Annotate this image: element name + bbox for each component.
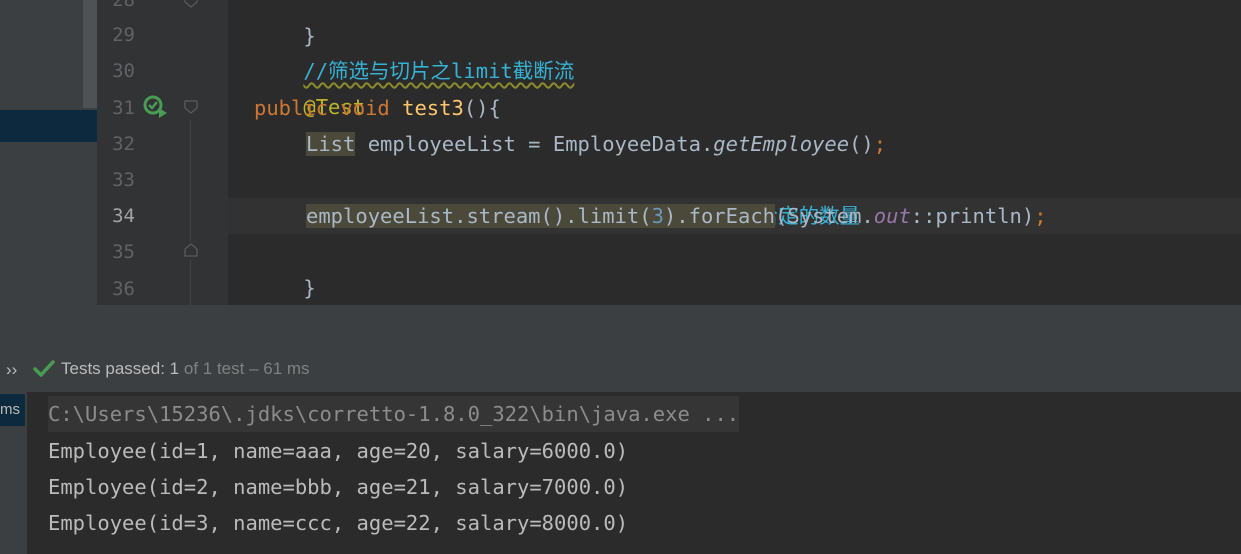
keyword: public	[254, 96, 329, 120]
console-output[interactable]: C:\Users\15236\.jdks\corretto-1.8.0_322\…	[27, 392, 1241, 554]
fold-guide	[190, 260, 191, 305]
line-number: 30	[112, 60, 135, 82]
editor-gutter: 28 29 30 31 32 33 34 35 36	[97, 0, 228, 305]
test-status-text: Tests passed: 1 of 1 test – 61 ms	[61, 359, 310, 378]
project-panel-strip	[0, 0, 97, 305]
test-tree-panel: ms	[0, 392, 27, 554]
console-line: Employee(id=1, name=aaa, age=20, salary=…	[48, 439, 629, 463]
passed-count: 1	[169, 359, 180, 378]
test-duration-item[interactable]: ms	[0, 394, 25, 426]
line-number-current: 34	[112, 205, 135, 227]
static-field: out	[873, 204, 911, 228]
fold-end-icon[interactable]	[184, 243, 198, 257]
number-literal: 3	[651, 204, 664, 228]
code-line-current: employeeList.stream().limit(3).forEach(S…	[306, 204, 1047, 228]
fold-guide	[190, 120, 191, 242]
project-selected-row[interactable]	[0, 110, 97, 142]
code-line: List employeeList = EmployeeData.getEmpl…	[306, 132, 887, 156]
line-number: 35	[112, 241, 135, 263]
console-command-line: C:\Users\15236\.jdks\corretto-1.8.0_322\…	[48, 396, 740, 432]
expand-icon[interactable]: ››	[6, 360, 17, 380]
console-line: Employee(id=3, name=ccc, age=22, salary=…	[48, 511, 629, 535]
code-line: }	[303, 276, 316, 300]
keyword: void	[340, 96, 390, 120]
method-name: test3	[402, 96, 464, 120]
code-line: @Test	[254, 53, 365, 119]
panel-divider[interactable]	[0, 305, 1241, 350]
line-number: 29	[112, 24, 135, 46]
test-status-bar: ›› Tests passed: 1 of 1 test – 61 ms	[0, 350, 1241, 392]
line-number: 36	[112, 278, 135, 300]
fold-start-icon[interactable]	[184, 100, 198, 114]
project-scrollbar[interactable]	[83, 0, 97, 108]
method-call: getEmployee	[713, 132, 850, 156]
line-number: 31	[112, 97, 135, 119]
console-line: Employee(id=2, name=bbb, age=21, salary=…	[48, 475, 629, 499]
line-number: 32	[112, 133, 135, 155]
check-icon	[33, 360, 55, 377]
fold-end-icon[interactable]	[184, 0, 198, 8]
line-number: 28	[112, 0, 135, 11]
code-line: //筛选与切片之limit截断流	[254, 17, 574, 83]
code-line: //limit(数量)——截断流，使其元素不超过给定的数量	[306, 162, 860, 228]
code-line: public void test3(){	[254, 96, 501, 120]
code-editor[interactable]: } //筛选与切片之limit截断流 @Test public void tes…	[228, 0, 1241, 305]
run-test-icon[interactable]	[142, 94, 168, 120]
line-number: 33	[112, 169, 135, 191]
code-line: }	[303, 24, 316, 48]
test-detail: of 1 test – 61 ms	[179, 359, 310, 378]
type-name: List	[306, 132, 356, 156]
